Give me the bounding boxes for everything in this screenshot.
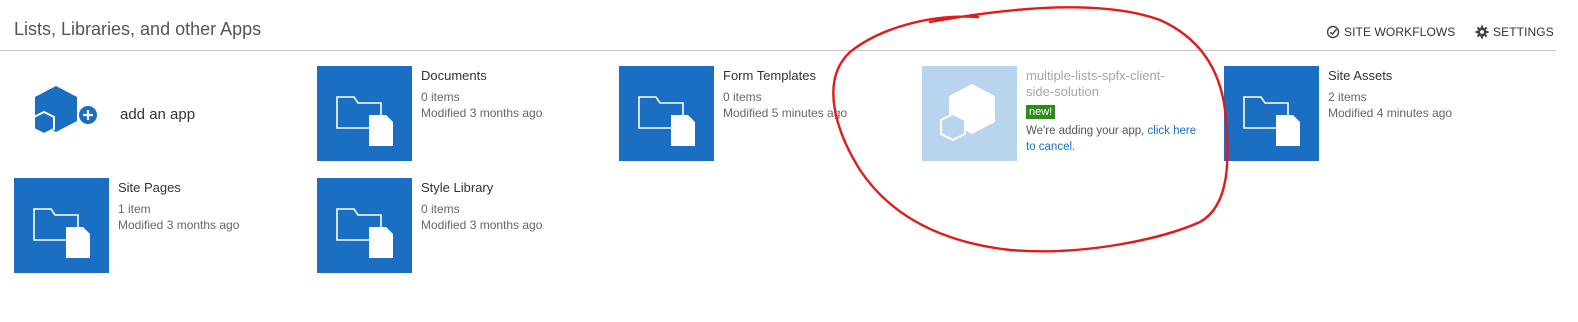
add-app-link[interactable]: add an app — [120, 106, 195, 123]
modified-date: Modified 5 minutes ago — [723, 106, 848, 120]
add-app-tile[interactable] — [30, 84, 102, 153]
adding-app-message: We're adding your app, click here to can… — [1026, 123, 1206, 155]
document-library-icon — [638, 96, 695, 146]
library-thumbnail[interactable] — [317, 178, 412, 273]
item-count: 1 item — [118, 202, 151, 216]
item-count: 0 items — [421, 90, 460, 104]
cancel-link-continued[interactable]: to cancel. — [1026, 141, 1075, 153]
document-library-icon — [1243, 96, 1300, 146]
item-count: 2 items — [1328, 90, 1367, 104]
modified-date: Modified 3 months ago — [421, 106, 543, 120]
modified-date: Modified 4 minutes ago — [1328, 106, 1453, 120]
modified-date: Modified 3 months ago — [118, 218, 240, 232]
tile-title[interactable]: Form Templates — [723, 68, 923, 83]
tile-title[interactable]: Style Library — [421, 180, 621, 195]
tile-title[interactable]: Documents — [421, 68, 621, 83]
cancel-link[interactable]: click here — [1148, 125, 1197, 137]
adding-app-text: We're adding your app, — [1026, 125, 1145, 137]
settings-label: SETTINGS — [1493, 25, 1554, 39]
item-count: 0 items — [723, 90, 762, 104]
tile-title[interactable]: Site Assets — [1328, 68, 1528, 83]
tile-info: Style Library 0 items Modified 3 months … — [421, 180, 621, 233]
pending-app-title-line1: multiple-lists-spfx-client- — [1026, 68, 1165, 83]
page-header: Lists, Libraries, and other Apps SITE WO… — [0, 0, 1556, 51]
tile-info: Site Pages 1 item Modified 3 months ago — [118, 180, 318, 233]
tile-title[interactable]: Site Pages — [118, 180, 318, 195]
pending-app-title-line2: side-solution — [1026, 84, 1099, 99]
document-library-icon — [33, 208, 90, 258]
document-library-icon — [336, 208, 393, 258]
new-badge: new! — [1026, 105, 1056, 119]
library-thumbnail[interactable] — [619, 66, 714, 161]
site-workflows-label: SITE WORKFLOWS — [1344, 25, 1456, 39]
app-cube-icon — [940, 84, 995, 142]
tile-info: Documents 0 items Modified 3 months ago — [421, 68, 621, 121]
site-workflows-button[interactable]: SITE WORKFLOWS — [1326, 25, 1455, 39]
tile-info: Site Assets 2 items Modified 4 minutes a… — [1328, 68, 1528, 121]
document-library-icon — [336, 96, 393, 146]
gear-icon — [1475, 25, 1489, 39]
library-thumbnail[interactable] — [317, 66, 412, 161]
tile-info: Form Templates 0 items Modified 5 minute… — [723, 68, 923, 121]
page-title: Lists, Libraries, and other Apps — [14, 19, 262, 39]
library-thumbnail[interactable] — [1224, 66, 1319, 161]
workflow-check-icon — [1326, 25, 1340, 39]
settings-button[interactable]: SETTINGS — [1475, 25, 1554, 39]
modified-date: Modified 3 months ago — [421, 218, 543, 232]
pending-app-title: multiple-lists-spfx-client- side-solutio… — [1026, 68, 1206, 100]
item-count: 0 items — [421, 202, 460, 216]
pending-app-thumbnail — [922, 66, 1017, 161]
library-thumbnail[interactable] — [14, 178, 109, 273]
app-add-icon — [33, 86, 99, 136]
tile-info: multiple-lists-spfx-client- side-solutio… — [1026, 68, 1206, 155]
